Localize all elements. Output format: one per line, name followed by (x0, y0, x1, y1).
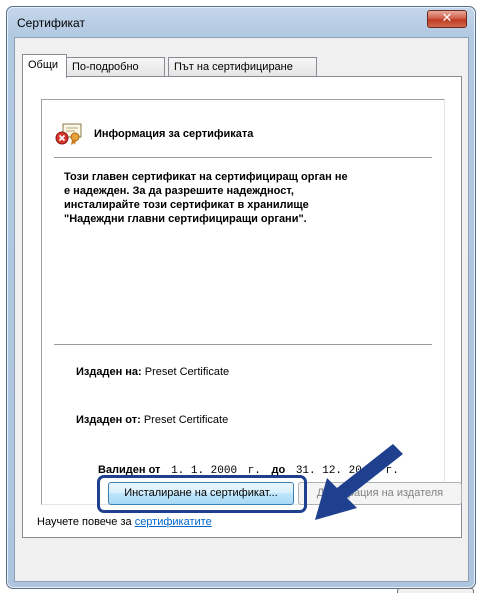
issued-by-label: Издаден от: (76, 414, 141, 426)
certificates-link[interactable]: сертификатите (135, 516, 212, 528)
window-title: Сертификат (17, 16, 85, 30)
issued-to-row: Издаден на: Preset Certificate (76, 366, 229, 378)
divider (54, 157, 432, 158)
issued-by-value: Preset Certificate (143, 414, 229, 426)
certificate-error-icon (55, 123, 82, 145)
ok-button[interactable]: OK (397, 588, 474, 593)
learn-more-text: Научете повече за сертификатите (37, 516, 212, 528)
close-button[interactable]: ✕ (427, 10, 467, 28)
issued-to-label: Издаден на: (76, 366, 142, 378)
trust-warning-text: Този главен сертификат на сертифициращ о… (64, 171, 348, 225)
close-icon: ✕ (441, 11, 453, 26)
title-bar[interactable]: Сертификат ✕ (7, 7, 475, 37)
issued-by-row: Издаден от: Preset Certificate (76, 414, 228, 426)
divider (54, 344, 432, 345)
issued-to-value: Preset Certificate (144, 366, 230, 378)
dialog-client-area: Общи По-подробно Път на сертифициране Ин… (14, 37, 474, 593)
tab-details[interactable]: По-подробно (66, 57, 165, 77)
certificate-dialog: Сертификат ✕ Общи По-подробно Път на сер… (6, 6, 476, 593)
learn-more-prefix: Научете повече за (37, 516, 135, 528)
pointer-arrow-icon (315, 444, 403, 520)
tab-certification-path[interactable]: Път на сертифициране (168, 57, 317, 77)
tab-general[interactable]: Общи (22, 54, 67, 78)
info-title: Информация за сертификата (94, 128, 254, 140)
